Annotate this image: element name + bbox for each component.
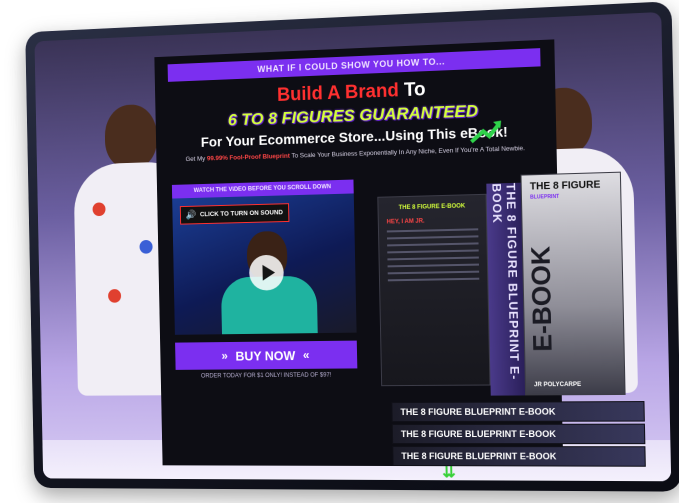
- cover-title: THE 8 FIGURE: [530, 179, 620, 193]
- play-icon: [262, 265, 275, 281]
- subheadline-suffix: To Scale Your Business Exponentially In …: [291, 145, 525, 160]
- person-head: [104, 104, 157, 170]
- ebook-greeting: HEY, I AM JR.: [387, 217, 487, 225]
- price-note: ORDER TODAY FOR $1 ONLY! INSTEAD OF $97!: [176, 372, 358, 379]
- double-chevron-left-icon: «: [303, 348, 310, 362]
- book-stack-1: THE 8 FIGURE BLUEPRINT E-BOOK: [391, 401, 645, 422]
- book-stack-3: THE 8 FIGURE BLUEPRINT E-BOOK: [392, 446, 646, 467]
- buy-now-button[interactable]: » BUY NOW «: [175, 341, 357, 370]
- ebook-spine: THE 8 FIGURE BLUEPRINT E-BOOK: [486, 183, 525, 396]
- text-line: [388, 271, 479, 275]
- subheadline-highlight: 99.99% Fool-Proof Blueprint: [207, 153, 290, 163]
- turn-on-sound-button[interactable]: 🔊 CLICK TO TURN ON SOUND: [180, 203, 289, 224]
- ebook-page-header: THE 8 FIGURE E-BOOK: [378, 203, 485, 212]
- sound-badge-label: CLICK TO TURN ON SOUND: [200, 209, 283, 218]
- device-frame: WHAT IF I COULD SHOW YOU HOW TO... Build…: [25, 1, 679, 491]
- buy-now-label: BUY NOW: [235, 348, 295, 363]
- text-line: [387, 228, 478, 232]
- cover-ebook-text: E-BOOK: [525, 246, 559, 352]
- text-line: [387, 242, 478, 246]
- ebook-cover: THE 8 FIGURE BLUEPRINT E-BOOK JR POLYCAR…: [520, 172, 625, 396]
- book-stack-2: THE 8 FIGURE BLUEPRINT E-BOOK: [392, 424, 646, 445]
- subheadline-prefix: Get My: [185, 156, 205, 163]
- video-player[interactable]: 🔊 CLICK TO TURN ON SOUND: [172, 193, 356, 334]
- trend-arrow-icon: [469, 118, 504, 145]
- text-line: [388, 264, 479, 268]
- cover-subtitle: BLUEPRINT: [530, 192, 620, 201]
- cover-author: JR POLYCARPE: [534, 382, 581, 388]
- landing-page-screen: WHAT IF I COULD SHOW YOU HOW TO... Build…: [34, 12, 671, 481]
- text-line: [387, 257, 478, 261]
- speaker-icon: 🔊: [186, 210, 197, 221]
- video-section: WATCH THE VIDEO BEFORE YOU SCROLL DOWN 🔊…: [172, 180, 357, 335]
- text-line: [387, 235, 478, 239]
- headline-brand-text: Build A Brand: [277, 80, 399, 106]
- headline-to-text: To: [404, 79, 426, 101]
- text-line: [388, 278, 479, 282]
- text-line: [387, 249, 478, 253]
- ebook-open-page: THE 8 FIGURE E-BOOK HEY, I AM JR.: [377, 194, 490, 386]
- double-chevron-right-icon: »: [221, 349, 228, 363]
